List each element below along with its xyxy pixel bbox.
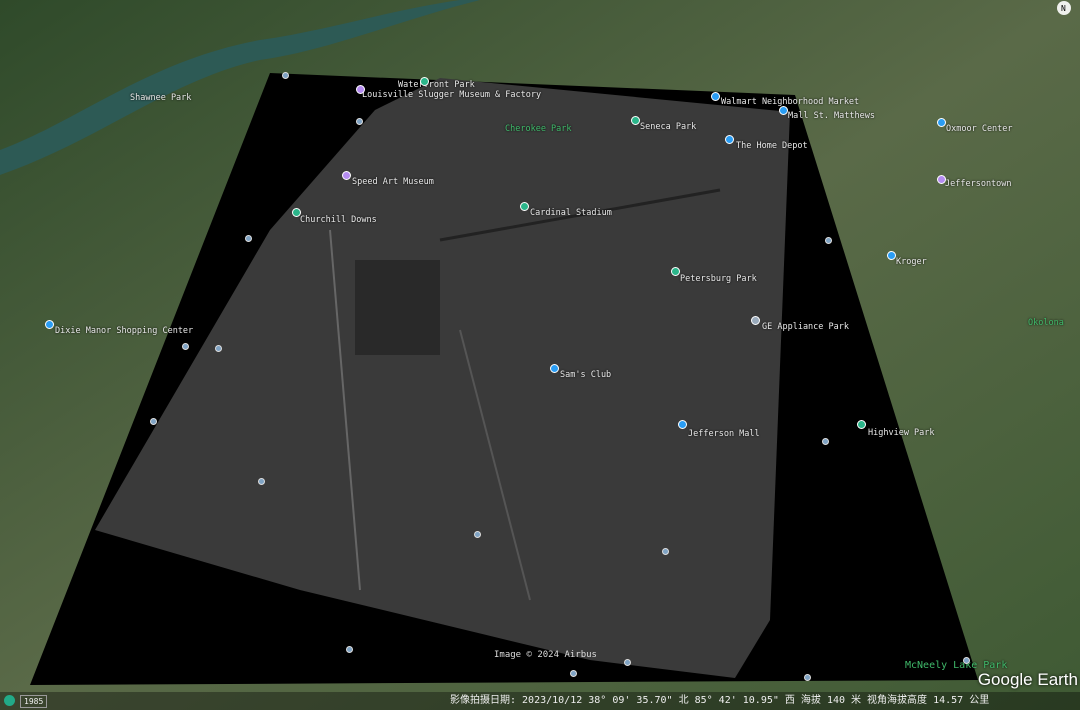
museum-pin-icon[interactable]	[356, 85, 365, 94]
shopping-pin-icon[interactable]	[711, 92, 720, 101]
shopping-pin-icon[interactable]	[779, 106, 788, 115]
map-label[interactable]: Dixie Manor Shopping Center	[55, 326, 193, 336]
photo-icon[interactable]	[570, 670, 577, 677]
map-label[interactable]: Jeffersontown	[945, 179, 1012, 189]
map-label[interactable]: Cardinal Stadium	[530, 208, 612, 218]
park-pin-icon[interactable]	[292, 208, 301, 217]
photo-icon[interactable]	[963, 657, 970, 664]
map-label[interactable]: GE Appliance Park	[762, 322, 849, 332]
historical-imagery-icon[interactable]	[4, 695, 15, 706]
photo-icon[interactable]	[822, 438, 829, 445]
shopping-pin-icon[interactable]	[678, 420, 687, 429]
map-label[interactable]: Walmart Neighborhood Market	[721, 97, 859, 107]
coordinates-readout: 影像拍摄日期: 2023/10/12 38° 09' 35.70" 北 85° …	[450, 695, 990, 706]
map-label[interactable]: The Home Depot	[736, 141, 808, 151]
photo-icon[interactable]	[474, 531, 481, 538]
photo-icon[interactable]	[346, 646, 353, 653]
museum-pin-icon[interactable]	[937, 175, 946, 184]
photo-icon[interactable]	[662, 548, 669, 555]
photo-icon[interactable]	[182, 343, 189, 350]
map-label[interactable]: Seneca Park	[640, 122, 696, 132]
shopping-pin-icon[interactable]	[937, 118, 946, 127]
map-label[interactable]: Shawnee Park	[130, 93, 191, 103]
park-pin-icon[interactable]	[520, 202, 529, 211]
shopping-pin-icon[interactable]	[550, 364, 559, 373]
google-earth-logo: Google Earth	[977, 670, 1078, 689]
photo-icon[interactable]	[150, 418, 157, 425]
park-pin-icon[interactable]	[631, 116, 640, 125]
museum-pin-icon[interactable]	[342, 171, 351, 180]
map-view[interactable]	[0, 0, 1080, 710]
photo-icon[interactable]	[245, 235, 252, 242]
compass-north: N	[1061, 4, 1066, 13]
photo-icon[interactable]	[624, 659, 631, 666]
imagery-year[interactable]: 1985	[20, 695, 48, 708]
photo-icon[interactable]	[825, 237, 832, 244]
map-label[interactable]: Oxmoor Center	[946, 124, 1013, 134]
park-pin-icon[interactable]	[857, 420, 866, 429]
map-label[interactable]: Louisville Slugger Museum & Factory	[362, 90, 541, 100]
airport	[355, 260, 440, 355]
place-pin-icon[interactable]	[751, 316, 760, 325]
photo-icon[interactable]	[258, 478, 265, 485]
photo-icon[interactable]	[282, 72, 289, 79]
map-label[interactable]: Highview Park	[868, 428, 935, 438]
status-bar: 1985 影像拍摄日期: 2023/10/12 38° 09' 35.70" 北…	[0, 692, 1080, 710]
map-label[interactable]: Okolona	[1028, 318, 1064, 328]
photo-icon[interactable]	[356, 118, 363, 125]
map-label[interactable]: Waterfront Park	[398, 80, 475, 90]
image-credit: Image © 2024 Airbus	[494, 650, 597, 660]
park-pin-icon[interactable]	[420, 77, 429, 86]
compass[interactable]: N	[1040, 0, 1072, 24]
map-label[interactable]: Churchill Downs	[300, 215, 377, 225]
map-label[interactable]: Sam's Club	[560, 370, 611, 380]
photo-icon[interactable]	[804, 674, 811, 681]
park-pin-icon[interactable]	[671, 267, 680, 276]
map-label[interactable]: Jefferson Mall	[688, 429, 760, 439]
shopping-pin-icon[interactable]	[887, 251, 896, 260]
map-label[interactable]: Petersburg Park	[680, 274, 757, 284]
map-label[interactable]: Kroger	[896, 257, 927, 267]
map-label[interactable]: Mall St. Matthews	[788, 111, 875, 121]
photo-icon[interactable]	[215, 345, 222, 352]
map-label[interactable]: Cherokee Park	[505, 124, 572, 134]
shopping-pin-icon[interactable]	[725, 135, 734, 144]
map-label[interactable]: Speed Art Museum	[352, 177, 434, 187]
shopping-pin-icon[interactable]	[45, 320, 54, 329]
